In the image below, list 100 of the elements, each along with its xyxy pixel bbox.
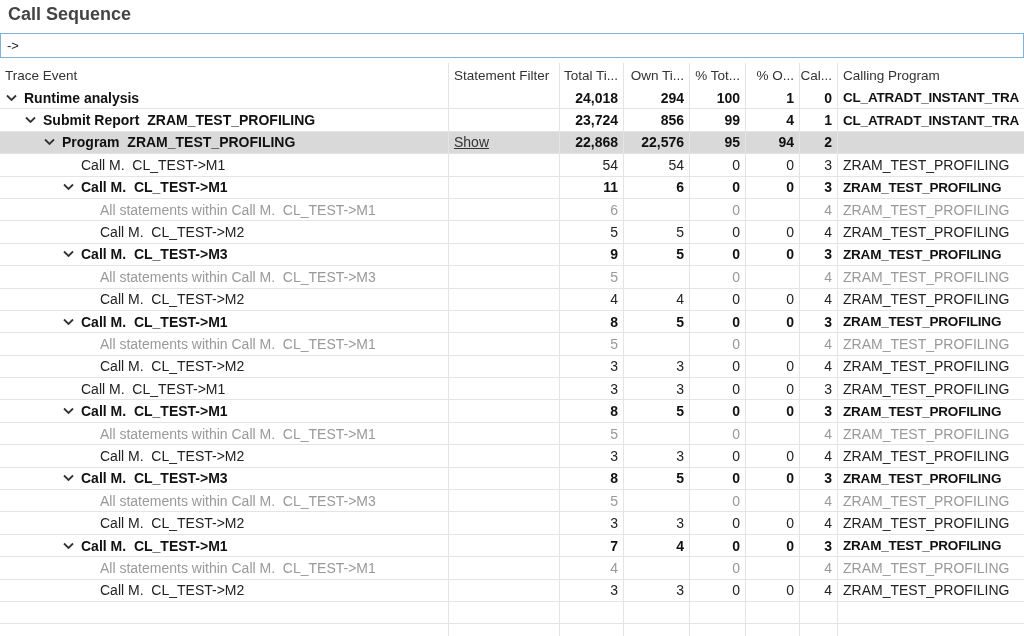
trace-event: Call M. CL_TEST->M2 — [100, 291, 245, 308]
calling-program: ZRAM_TEST_PROFILING — [843, 470, 1002, 486]
table-cell: 95 — [724, 134, 740, 151]
table-cell: 0 — [786, 470, 794, 487]
table-row[interactable]: Runtime analysis 24,018 294 100 1 0 CL_ATRADT_INSTANT_TRA — [0, 87, 1024, 110]
trace-event: Call M. CL_TEST->M1 — [81, 156, 226, 173]
table-cell: 1 — [786, 89, 794, 106]
calling-program: ZRAM_TEST_PROFILING — [843, 559, 1010, 576]
calling-program: ZRAM_TEST_PROFILING — [843, 425, 1010, 442]
table-cell: 100 — [716, 89, 740, 106]
table-cell: 8 — [610, 403, 618, 420]
column-header[interactable]: Own Ti... — [624, 63, 690, 87]
table-cell: 5 — [610, 425, 618, 442]
table-cell: 0 — [786, 447, 794, 464]
table-cell: 0 — [732, 336, 740, 352]
calling-program: ZRAM_TEST_PROFILING — [843, 156, 1010, 173]
table-cell: 3 — [824, 313, 832, 330]
table-cell: 0 — [786, 403, 794, 420]
table-cell: 0 — [732, 425, 740, 442]
table-cell: 0 — [732, 156, 740, 173]
trace-event: Call M. CL_TEST->M1 — [81, 403, 228, 420]
table-row[interactable]: Call M. CL_TEST->M2 3 3 0 0 4 ZRAM_TEST_PROFILING — [0, 445, 1024, 468]
column-header[interactable]: Total Ti... — [560, 63, 624, 87]
table-cell: 3 — [610, 447, 618, 464]
chevron-down-icon[interactable] — [63, 541, 74, 550]
table-cell: 6 — [676, 179, 684, 196]
table-cell: 3 — [824, 380, 832, 397]
table-cell: 4 — [676, 537, 684, 554]
calling-program: CL_ATRADT_INSTANT_TRA — [843, 112, 1020, 128]
trace-event: Submit Report ZRAM_TEST_PROFILING — [43, 112, 316, 129]
calling-program: ZRAM_TEST_PROFILING — [843, 582, 1010, 599]
table-row[interactable]: Call M. CL_TEST->M1 3 3 0 0 3 ZRAM_TEST_PROFILING — [0, 378, 1024, 401]
table-cell: 3 — [824, 246, 832, 263]
table-row[interactable]: Submit Report ZRAM_TEST_PROFILING 23,724 856 99 4 1 CL_ATRADT_INSTANT_TRA — [0, 109, 1024, 132]
table-cell: 1 — [824, 112, 832, 129]
show-link[interactable]: Show — [454, 134, 490, 151]
table-row[interactable]: Call M. CL_TEST->M1 54 54 0 0 3 ZRAM_TEST_PROFILING — [0, 154, 1024, 177]
chevron-down-icon[interactable] — [6, 93, 17, 102]
calling-program: ZRAM_TEST_PROFILING — [843, 538, 1002, 553]
table-row[interactable]: Call M. CL_TEST->M2 3 3 0 0 4 ZRAM_TEST_PROFILING — [0, 579, 1024, 602]
table-cell: 3 — [676, 515, 684, 532]
table-row[interactable]: Call M. CL_TEST->M1 11 6 0 0 3 ZRAM_TEST_PROFILING — [0, 176, 1024, 199]
table-cell: 0 — [732, 201, 740, 218]
trace-event: Call M. CL_TEST->M3 — [81, 470, 228, 487]
table-row[interactable]: Call M. CL_TEST->M3 8 5 0 0 3 ZRAM_TEST_PROFILING — [0, 467, 1024, 491]
column-header[interactable]: Trace Event — [0, 63, 449, 87]
table-cell: 0 — [786, 224, 794, 241]
column-header[interactable]: Calling Program — [838, 63, 1024, 87]
trace-event: Call M. CL_TEST->M1 — [81, 313, 228, 330]
calling-program: ZRAM_TEST_PROFILING — [843, 246, 1002, 262]
table-row[interactable]: Call M. CL_TEST->M2 5 5 0 0 4 ZRAM_TEST_PROFILING — [0, 221, 1024, 244]
column-header[interactable]: % Tot... — [690, 63, 746, 87]
table-row[interactable]: Program ZRAM_TEST_PROFILING Show 22,868 22,576 95 94 2 — [0, 131, 1024, 155]
chevron-down-icon[interactable] — [25, 116, 36, 125]
chevron-down-icon[interactable] — [63, 474, 74, 483]
table-row[interactable]: Call M. CL_TEST->M1 8 5 0 0 3 ZRAM_TEST_PROFILING — [0, 400, 1024, 423]
trace-event: Call M. CL_TEST->M1 — [81, 179, 228, 196]
chevron-down-icon[interactable] — [63, 407, 74, 416]
table-cell: 7 — [610, 537, 618, 554]
table-cell: 4 — [824, 291, 832, 308]
table-cell: 4 — [824, 582, 832, 599]
table-cell: 0 — [786, 515, 794, 532]
calling-program: ZRAM_TEST_PROFILING — [843, 224, 1010, 241]
table-cell: 4 — [824, 515, 832, 532]
table-cell: 4 — [824, 425, 832, 442]
trace-event: All statements within Call M. CL_TEST->M1 — [100, 336, 376, 352]
calling-program: ZRAM_TEST_PROFILING — [843, 201, 1010, 218]
chevron-down-icon[interactable] — [63, 317, 74, 326]
table-cell: 0 — [732, 291, 740, 308]
chevron-down-icon[interactable] — [63, 183, 74, 192]
filter-field[interactable]: -> — [0, 33, 1024, 58]
column-header[interactable]: Statement Filter — [449, 63, 560, 87]
table-row[interactable]: Call M. CL_TEST->M3 9 5 0 0 3 ZRAM_TEST_PROFILING — [0, 243, 1024, 267]
column-header[interactable]: % O... — [746, 63, 800, 87]
table-cell: 3 — [610, 358, 618, 375]
table-cell: 0 — [786, 537, 794, 554]
table-cell: 0 — [786, 358, 794, 375]
calling-program: ZRAM_TEST_PROFILING — [843, 179, 1002, 195]
table-cell: 4 — [824, 224, 832, 241]
trace-event: Call M. CL_TEST->M2 — [100, 447, 245, 464]
table-cell: 0 — [786, 291, 794, 308]
table-cell: 3 — [824, 403, 832, 420]
chevron-down-icon[interactable] — [44, 138, 55, 147]
calling-program: ZRAM_TEST_PROFILING — [843, 268, 1010, 285]
table-row[interactable]: Call M. CL_TEST->M2 3 3 0 0 4 ZRAM_TEST_PROFILING — [0, 355, 1024, 379]
table-cell: 0 — [786, 179, 794, 196]
table-cell: 4 — [610, 559, 618, 576]
table-cell: 0 — [732, 492, 740, 509]
table-cell: 0 — [732, 380, 740, 397]
table-cell: 5 — [676, 313, 684, 330]
table-row[interactable]: Call M. CL_TEST->M1 7 4 0 0 3 ZRAM_TEST_PROFILING — [0, 534, 1024, 558]
trace-event: Runtime analysis — [24, 89, 140, 106]
column-header[interactable]: Cal... — [800, 63, 838, 87]
table-row[interactable]: Call M. CL_TEST->M2 3 3 0 0 4 ZRAM_TEST_PROFILING — [0, 512, 1024, 535]
table-cell: 22,576 — [641, 134, 684, 151]
chevron-down-icon[interactable] — [63, 250, 74, 259]
table-cell: 0 — [732, 246, 740, 263]
table-row[interactable]: Call M. CL_TEST->M2 4 4 0 0 4 ZRAM_TEST_PROFILING — [0, 288, 1024, 311]
table-cell: 4 — [824, 358, 832, 375]
table-row[interactable]: Call M. CL_TEST->M1 8 5 0 0 3 ZRAM_TEST_PROFILING — [0, 310, 1024, 334]
